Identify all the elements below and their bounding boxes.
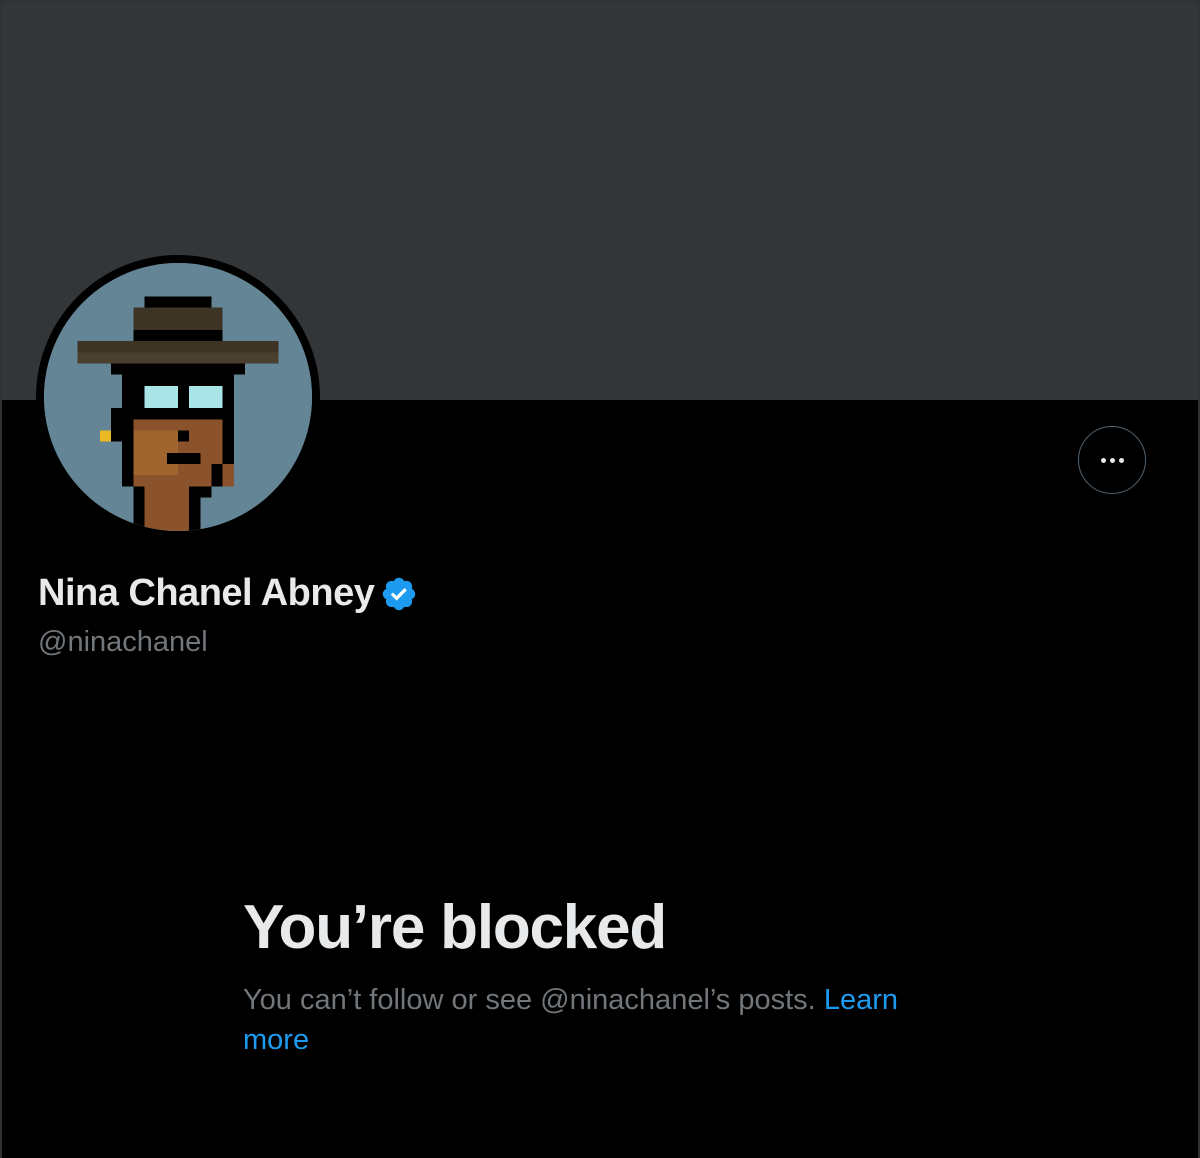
blocked-message-block: You can’t follow or see @ninachanel’s po… <box>243 980 963 1060</box>
blocked-title: You’re blocked <box>243 893 667 962</box>
profile-display-name: Nina Chanel Abney <box>38 572 375 614</box>
blocked-message: You can’t follow or see @ninachanel’s po… <box>243 984 816 1016</box>
more-horizontal-icon <box>1100 457 1124 463</box>
profile-page: Nina Chanel Abney @ninachanel You’re blo… <box>0 0 1200 1158</box>
profile-name-row: Nina Chanel Abney <box>38 570 418 616</box>
verified-badge-icon[interactable] <box>380 575 418 613</box>
profile-handle: @ninachanel <box>38 626 208 658</box>
profile-avatar[interactable] <box>36 255 320 539</box>
pixel-avatar-icon <box>44 263 312 531</box>
more-options-button[interactable] <box>1078 426 1146 494</box>
